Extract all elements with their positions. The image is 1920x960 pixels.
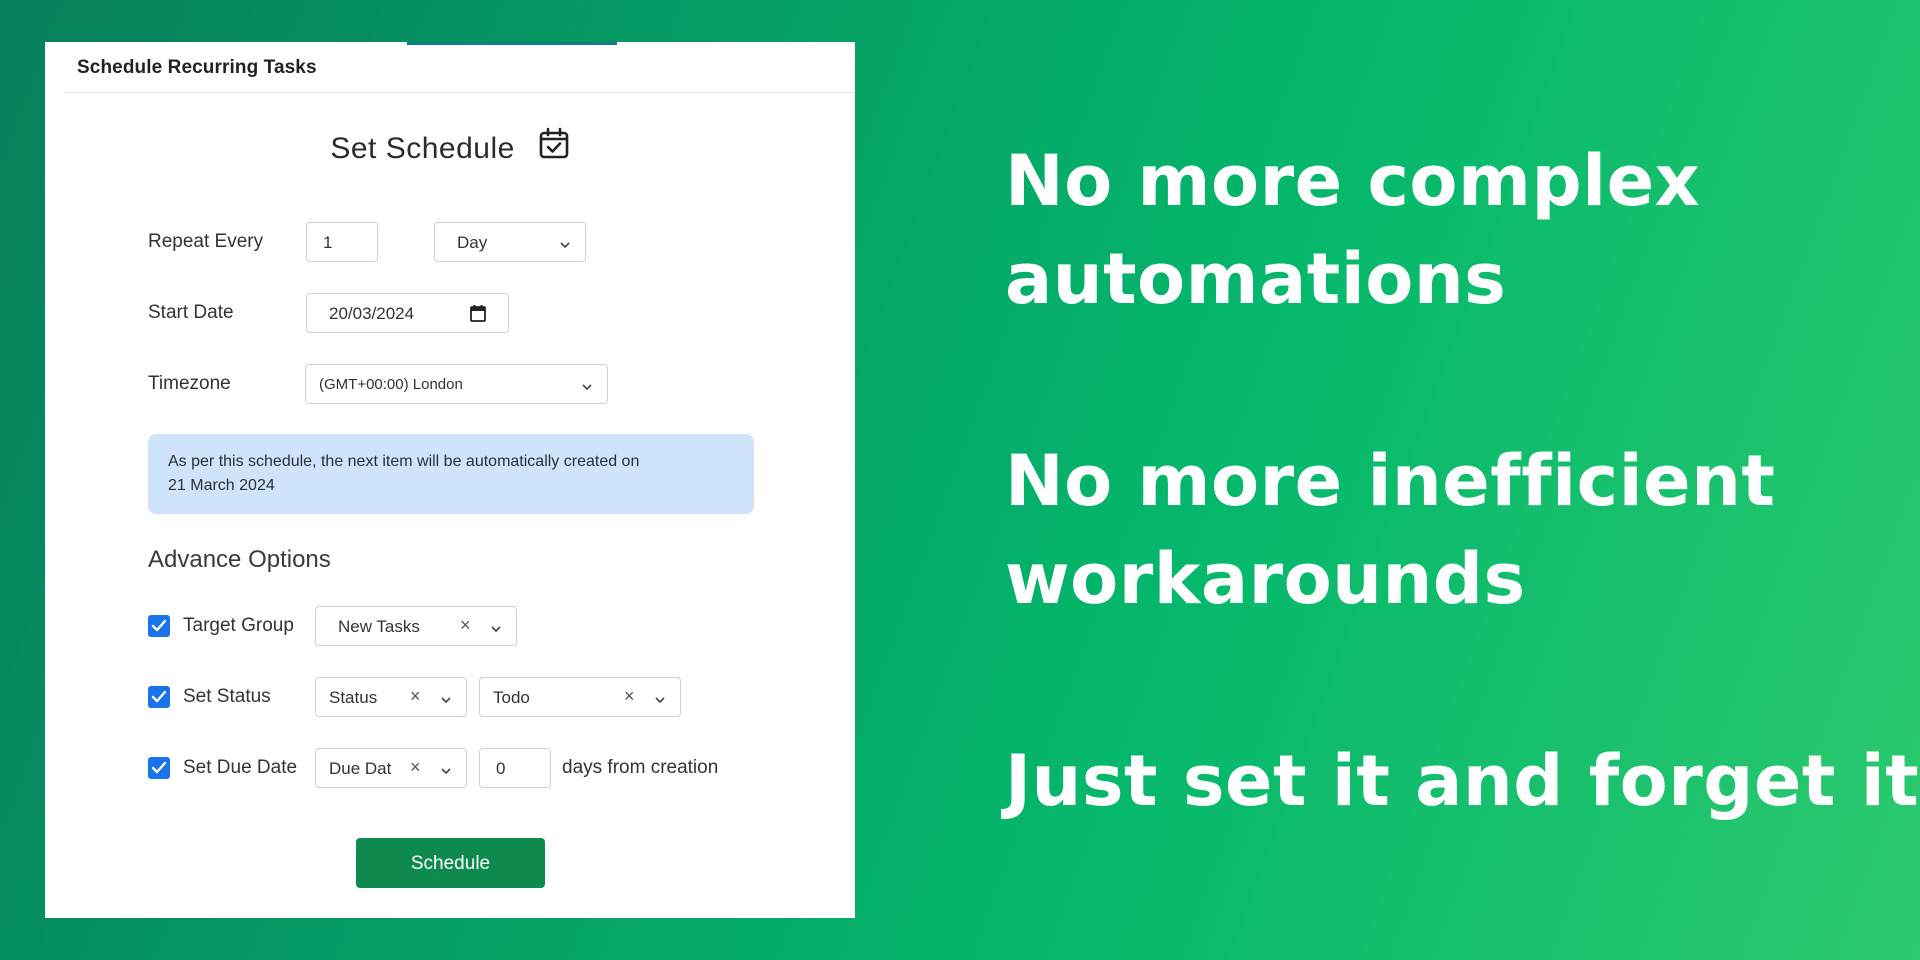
- chevron-down-icon: [490, 620, 502, 640]
- due-date-field-select[interactable]: Due Dat ×: [315, 748, 467, 788]
- status-value: Todo: [493, 688, 530, 707]
- chevron-down-icon: [654, 691, 666, 711]
- chevron-down-icon: [440, 762, 452, 782]
- headline-2-line-b: workarounds: [1005, 538, 1526, 620]
- repeat-every-label: Repeat Every: [148, 231, 264, 252]
- chevron-down-icon: [440, 691, 452, 711]
- repeat-every-input[interactable]: 1: [306, 222, 378, 262]
- target-group-row: Target Group New Tasks ×: [148, 606, 768, 646]
- headline-2: No more inefficient workarounds: [1005, 432, 1775, 628]
- clear-icon[interactable]: ×: [410, 686, 421, 707]
- due-days-input[interactable]: 0: [479, 748, 551, 788]
- status-value-select[interactable]: Todo ×: [479, 677, 681, 717]
- schedule-button[interactable]: Schedule: [356, 838, 545, 888]
- panel-header: Schedule Recurring Tasks: [65, 42, 855, 93]
- set-due-date-row: Set Due Date Due Dat × 0 days from creat…: [148, 748, 788, 788]
- set-status-label: Set Status: [183, 686, 271, 707]
- target-group-label: Target Group: [183, 615, 294, 636]
- target-group-value: New Tasks: [338, 617, 420, 636]
- panel-title: Schedule Recurring Tasks: [77, 57, 317, 78]
- set-schedule-heading: Set Schedule: [45, 127, 855, 167]
- info-line-2: 21 March 2024: [168, 477, 275, 494]
- info-line-1: As per this schedule, the next item will…: [168, 453, 640, 470]
- set-due-date-checkbox[interactable]: [148, 757, 170, 779]
- chevron-down-icon: [559, 236, 571, 256]
- status-field-value: Status: [329, 688, 378, 707]
- headline-3-line: Just set it and forget it: [1005, 740, 1920, 822]
- clear-icon[interactable]: ×: [410, 757, 421, 778]
- repeat-every-value: 1: [323, 233, 333, 252]
- headline-3: Just set it and forget it: [1005, 732, 1919, 830]
- clear-icon[interactable]: ×: [460, 615, 471, 636]
- start-date-value: 20/03/2024: [329, 304, 415, 323]
- timezone-value: (GMT+00:00) London: [319, 376, 463, 393]
- repeat-unit-select[interactable]: Day: [434, 222, 586, 262]
- due-days-value: 0: [496, 759, 506, 778]
- headline-1-line-b: automations: [1005, 238, 1507, 320]
- timezone-label: Timezone: [148, 373, 231, 394]
- set-status-checkbox[interactable]: [148, 686, 170, 708]
- headline-2-line-a: No more inefficient: [1005, 440, 1776, 522]
- due-date-field-value: Due Dat: [329, 759, 392, 778]
- headline-1-line-a: No more complex: [1005, 140, 1701, 222]
- due-days-suffix: days from creation: [562, 757, 719, 778]
- status-field-select[interactable]: Status ×: [315, 677, 467, 717]
- heading-text: Set Schedule: [330, 132, 515, 165]
- chevron-down-icon: [581, 378, 593, 398]
- clear-icon[interactable]: ×: [624, 686, 635, 707]
- advance-options-title: Advance Options: [148, 546, 331, 573]
- repeat-every-row: Repeat Every 1 Day: [148, 222, 748, 262]
- set-status-row: Set Status Status × Todo ×: [148, 677, 768, 717]
- timezone-row: Timezone (GMT+00:00) London: [148, 364, 748, 404]
- start-date-label: Start Date: [148, 302, 234, 323]
- set-due-date-label: Set Due Date: [183, 757, 298, 778]
- calendar-icon[interactable]: [470, 304, 486, 327]
- target-group-select[interactable]: New Tasks ×: [315, 606, 517, 646]
- schedule-panel: Schedule Recurring Tasks Set Schedule Re…: [45, 42, 855, 918]
- timezone-select[interactable]: (GMT+00:00) London: [305, 364, 608, 404]
- repeat-unit-value: Day: [457, 233, 488, 252]
- headline-1: No more complex automations: [1005, 132, 1700, 328]
- next-run-info: As per this schedule, the next item will…: [148, 434, 754, 514]
- target-group-checkbox[interactable]: [148, 615, 170, 637]
- start-date-input[interactable]: 20/03/2024: [306, 293, 509, 333]
- calendar-check-icon: [538, 127, 570, 167]
- start-date-row: Start Date 20/03/2024: [148, 293, 748, 333]
